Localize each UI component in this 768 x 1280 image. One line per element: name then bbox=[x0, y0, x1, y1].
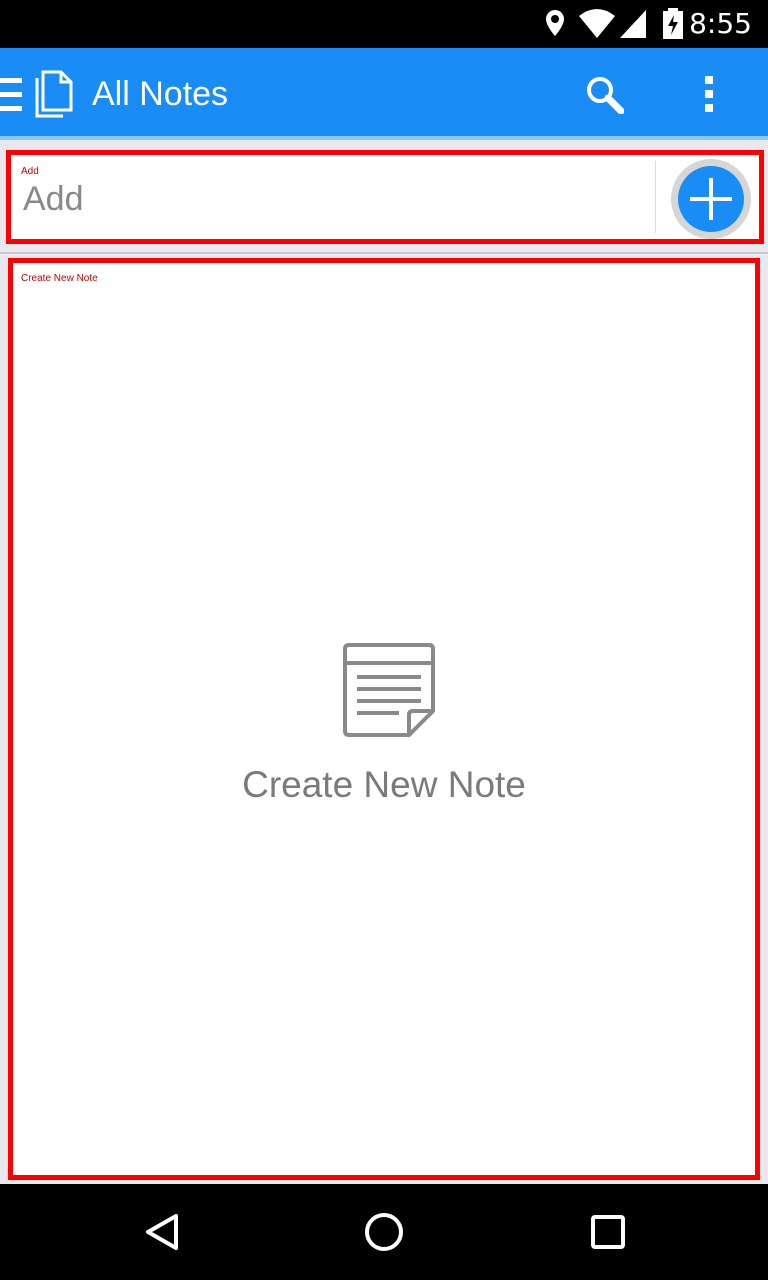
add-note-row: Add bbox=[6, 150, 764, 244]
section-divider bbox=[0, 252, 768, 254]
create-note-text[interactable]: Create New Note bbox=[13, 763, 755, 807]
back-icon[interactable] bbox=[142, 1212, 182, 1252]
status-time: 8:55 bbox=[689, 7, 752, 40]
status-bar: 8:55 bbox=[0, 0, 768, 48]
wifi-icon bbox=[579, 9, 615, 38]
menu-icon[interactable] bbox=[0, 76, 24, 114]
app-bar: All Notes bbox=[0, 48, 768, 140]
add-field-wrapper: Add bbox=[15, 161, 656, 233]
navigation-bar bbox=[0, 1184, 768, 1280]
overflow-menu-icon[interactable] bbox=[702, 74, 716, 114]
search-icon[interactable] bbox=[586, 76, 624, 114]
page-title: All Notes bbox=[92, 75, 229, 113]
app-bar-underline bbox=[0, 136, 768, 140]
battery-charging-icon bbox=[663, 8, 683, 39]
home-icon[interactable] bbox=[364, 1212, 404, 1252]
note-document-icon bbox=[343, 643, 435, 737]
signal-icon bbox=[620, 10, 646, 38]
add-note-input[interactable] bbox=[23, 177, 633, 221]
notes-app-icon bbox=[35, 70, 73, 118]
create-note-label: Create New Note bbox=[21, 273, 98, 284]
plus-icon bbox=[690, 178, 732, 220]
add-note-button[interactable] bbox=[667, 159, 753, 239]
recents-icon[interactable] bbox=[588, 1212, 628, 1252]
add-circle-icon bbox=[678, 166, 744, 232]
location-icon bbox=[546, 10, 564, 36]
create-note-panel[interactable]: Create New Note Create New Note bbox=[8, 258, 760, 1180]
